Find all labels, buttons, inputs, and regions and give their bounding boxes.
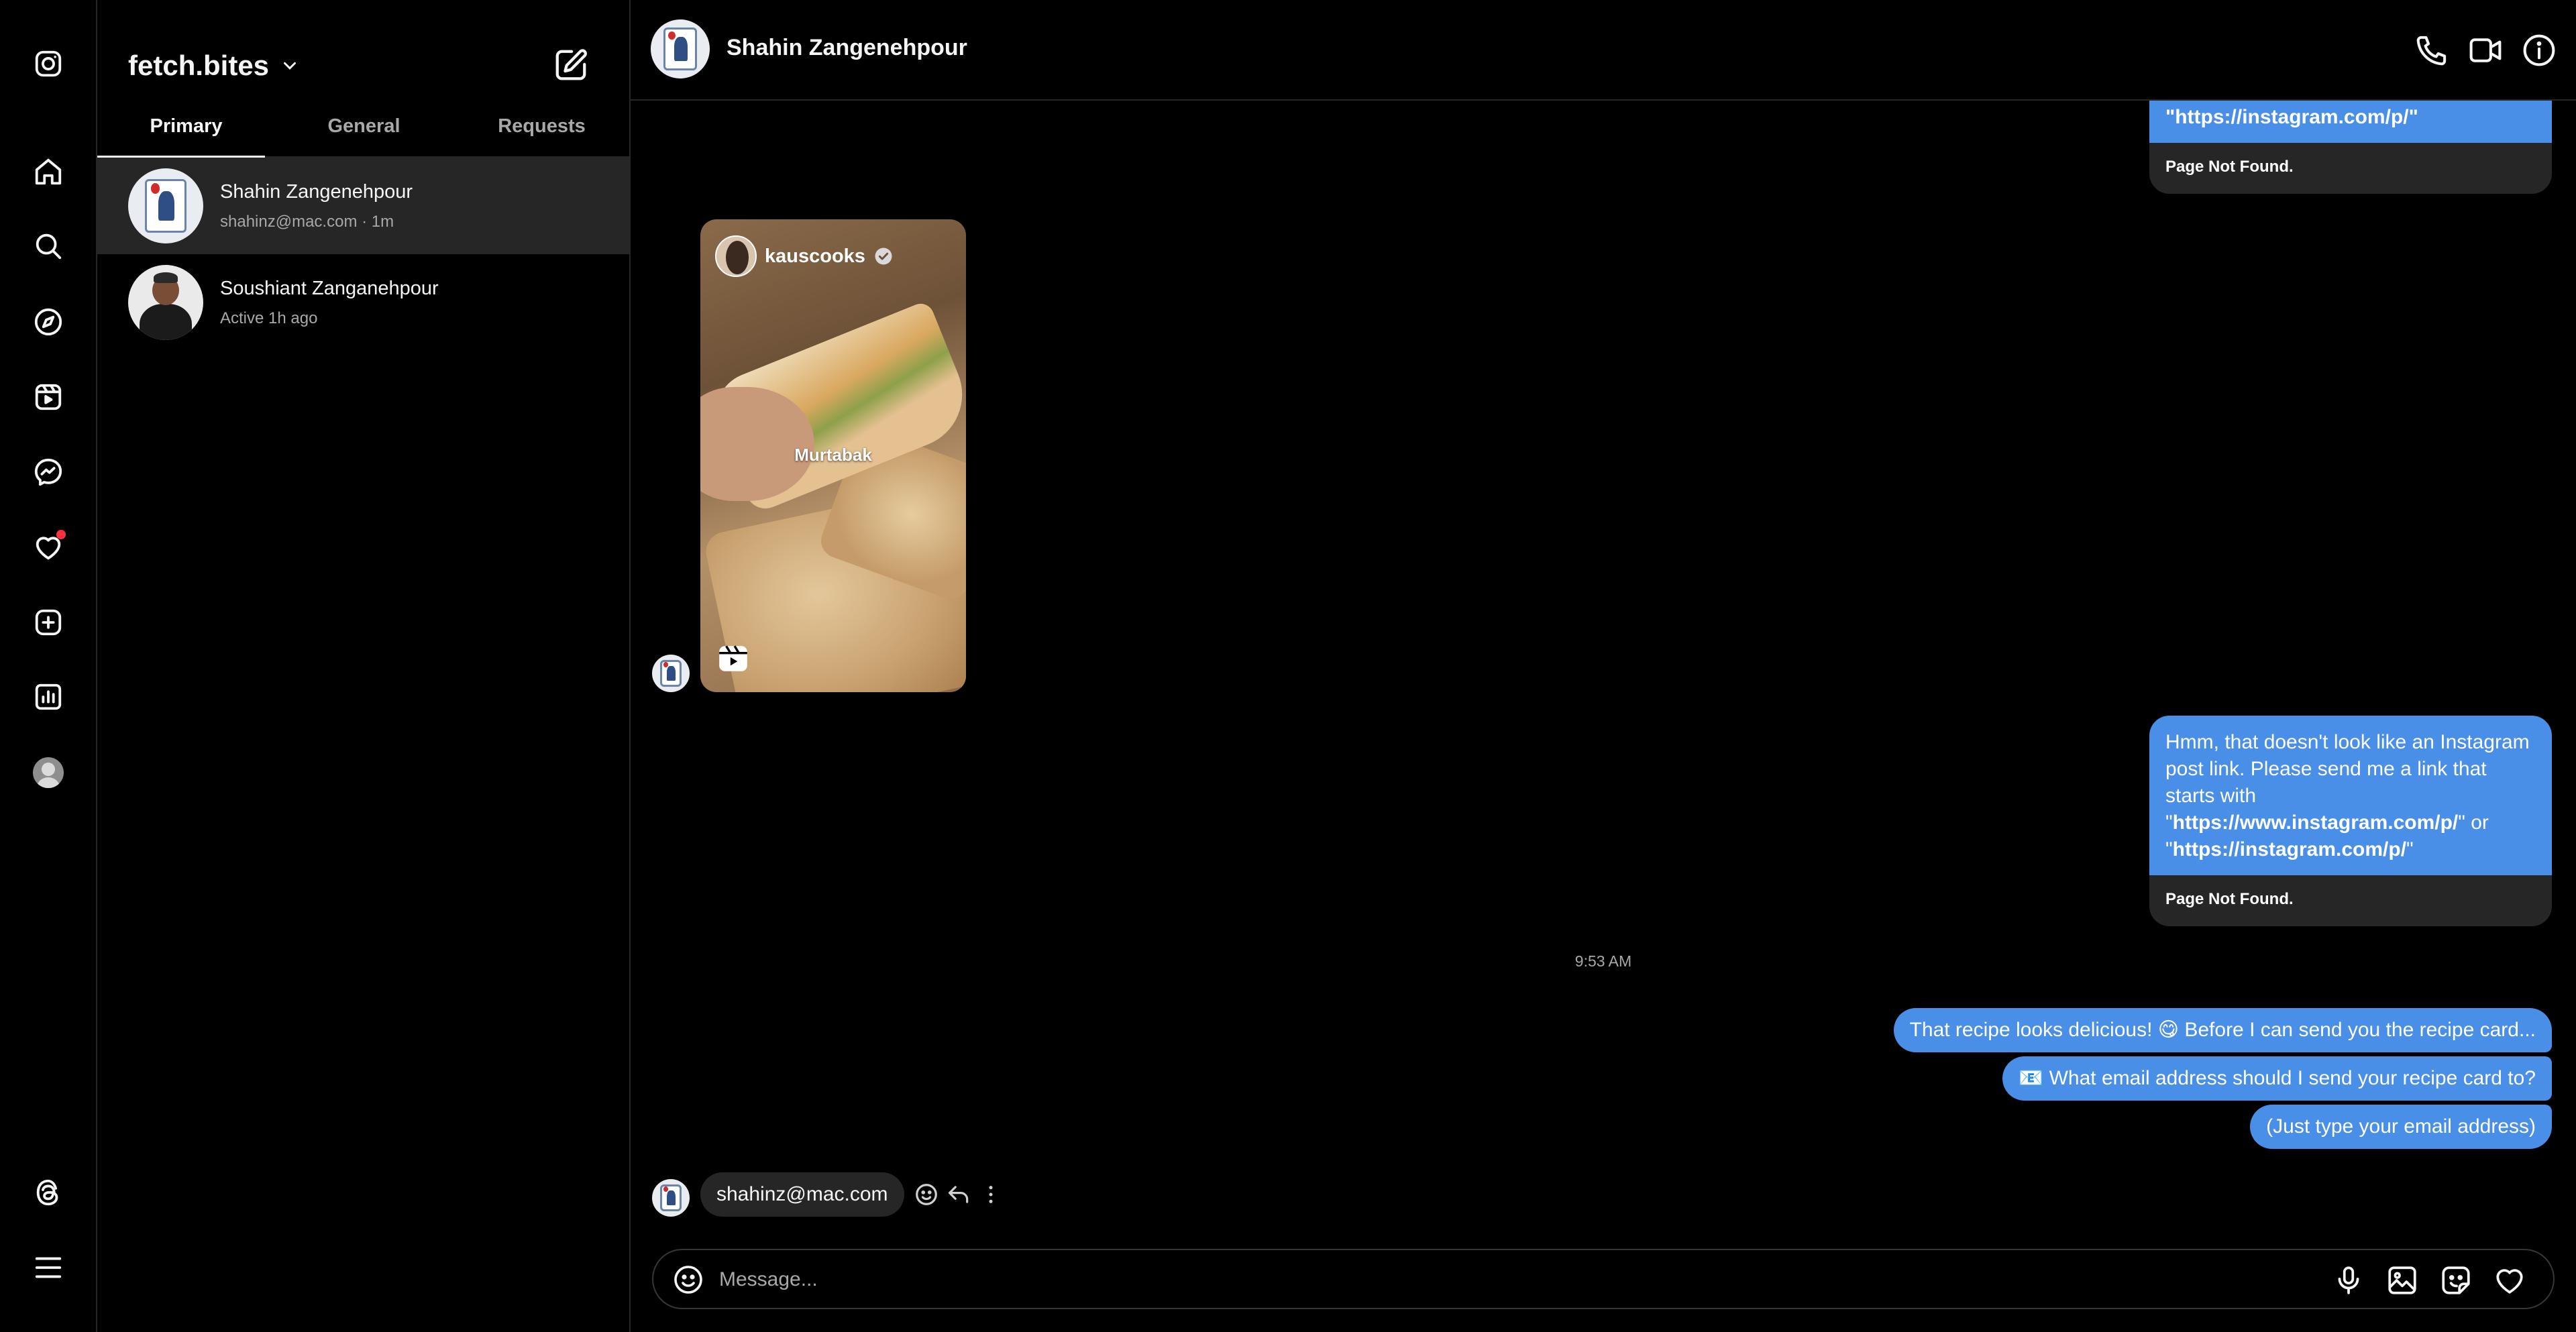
reel-caption: Murtabak — [794, 445, 872, 465]
avatar — [128, 168, 203, 243]
link-card-footer: Page Not Found. — [2165, 158, 2294, 176]
link-card-text: Hmm, that doesn't look like an Instagram… — [2149, 716, 2552, 875]
thread-subtitle: shahinz@mac.com · 1m — [220, 212, 394, 231]
verified-badge-icon — [875, 247, 892, 265]
profile-avatar-icon[interactable] — [32, 757, 64, 789]
threads-icon[interactable] — [32, 1176, 64, 1209]
nav-rail — [0, 0, 97, 1332]
conversation-list-panel: fetch.bites Primary General Requests Sha… — [97, 0, 631, 1332]
thread-name: Shahin Zangenehpour — [220, 180, 413, 203]
message-input[interactable] — [719, 1260, 2262, 1300]
message-composer — [652, 1249, 2555, 1309]
voice-message-icon[interactable] — [2332, 1264, 2365, 1297]
notification-dot — [56, 530, 66, 539]
avatar — [715, 235, 757, 277]
thread-item[interactable]: Shahin Zangenehpour shahinz@mac.com · 1m — [97, 158, 629, 254]
avatar — [652, 1179, 690, 1217]
menu-icon[interactable] — [32, 1252, 64, 1284]
phone-call-icon[interactable] — [2414, 32, 2450, 68]
outgoing-message[interactable]: (Just type your email address) — [2250, 1105, 2552, 1149]
reel-owner[interactable]: kauscooks — [715, 235, 894, 277]
chat-title[interactable]: Shahin Zangenehpour — [727, 35, 967, 61]
account-switcher[interactable]: fetch.bites — [128, 50, 300, 82]
emoji-picker-icon[interactable] — [672, 1264, 704, 1296]
tab-primary[interactable]: Primary — [97, 111, 275, 158]
shared-reel[interactable]: kauscooks Murtabak — [700, 219, 966, 692]
outgoing-message[interactable]: 📧 What email address should I send your … — [2002, 1056, 2552, 1101]
like-heart-icon[interactable] — [2493, 1264, 2526, 1297]
dashboard-icon[interactable] — [32, 681, 64, 713]
search-icon[interactable] — [32, 230, 64, 262]
video-call-icon[interactable] — [2467, 32, 2504, 68]
incoming-message[interactable]: shahinz@mac.com — [700, 1172, 904, 1217]
new-message-icon[interactable] — [553, 47, 589, 83]
inbox-tabs: Primary General Requests — [97, 111, 631, 158]
chat-panel: Shahin Zangenehpour "https://instagram.c… — [631, 0, 2576, 1332]
thread-subtitle: Active 1h ago — [220, 309, 318, 327]
avatar — [128, 265, 203, 340]
reels-icon[interactable] — [32, 381, 64, 413]
react-emoji-icon[interactable] — [914, 1182, 939, 1207]
outgoing-message[interactable]: That recipe looks delicious! 😋 Before I … — [1893, 1008, 2552, 1052]
chat-header: Shahin Zangenehpour — [631, 0, 2576, 101]
notifications-heart-icon[interactable] — [32, 530, 66, 563]
conversation-info-icon[interactable] — [2521, 32, 2557, 68]
instagram-logo-icon[interactable] — [32, 48, 64, 80]
thread-item[interactable]: Soushiant Zanganehpour Active 1h ago — [97, 254, 629, 351]
create-icon[interactable] — [32, 606, 64, 639]
sticker-icon[interactable] — [2439, 1264, 2473, 1297]
reels-icon — [719, 645, 747, 671]
explore-icon[interactable] — [32, 306, 64, 338]
message-text: " — [2406, 838, 2414, 861]
avatar — [652, 655, 690, 692]
more-options-icon[interactable] — [978, 1182, 1004, 1207]
tab-general[interactable]: General — [275, 111, 453, 156]
link-card-footer: Page Not Found. — [2165, 890, 2294, 908]
account-name: fetch.bites — [128, 50, 270, 81]
link-card-url: https://www.instagram.com/p/ — [2172, 812, 2459, 834]
home-icon[interactable] — [32, 156, 64, 188]
avatar[interactable] — [651, 19, 710, 78]
reel-owner-name: kauscooks — [765, 245, 865, 267]
link-preview-card[interactable]: Hmm, that doesn't look like an Instagram… — [2149, 716, 2552, 926]
chevron-down-icon — [284, 62, 297, 70]
reply-icon[interactable] — [946, 1182, 971, 1207]
add-photo-icon[interactable] — [2385, 1264, 2419, 1297]
link-card-url: https://instagram.com/p/ — [2172, 838, 2407, 861]
thread-name: Soushiant Zanganehpour — [220, 277, 439, 299]
message-timestamp: 9:53 AM — [1574, 952, 1632, 970]
tab-requests[interactable]: Requests — [453, 111, 631, 156]
link-card-url: "https://instagram.com/p/" — [2165, 106, 2418, 128]
messenger-icon[interactable] — [32, 456, 64, 488]
